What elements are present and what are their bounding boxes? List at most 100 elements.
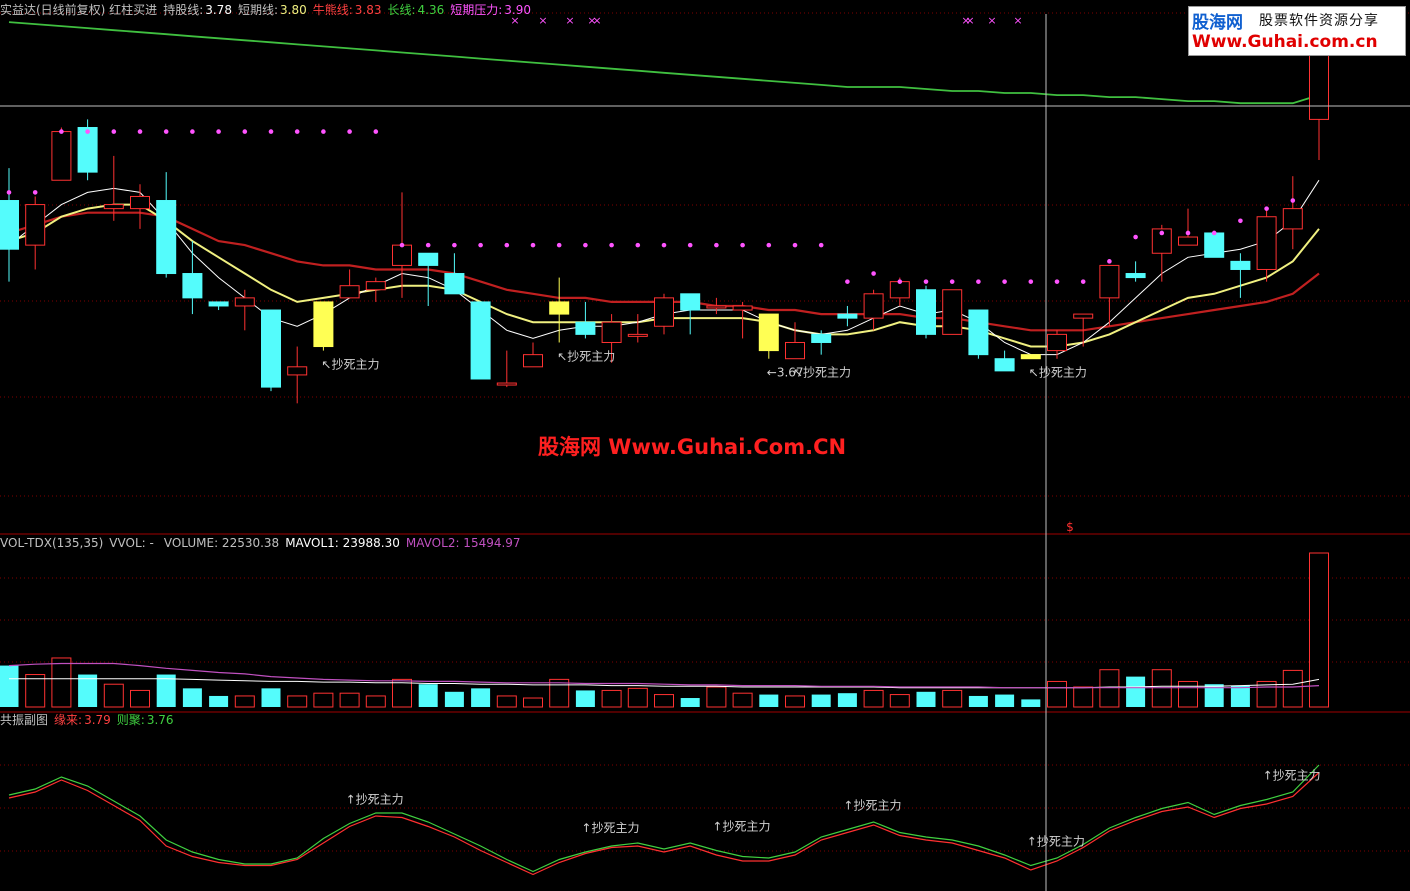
volume-bar-up: [339, 692, 360, 708]
mavol1-value: MAVOL1: 23988.30: [285, 536, 400, 550]
pressure-dot: [1028, 279, 1034, 284]
pressure-dot: [425, 242, 431, 248]
volume-panel-header: VOL-TDX(135,35) VVOL: - VOLUME: 22530.38 MA…: [0, 535, 527, 551]
pressure-dot: [923, 279, 929, 284]
short-line-value: 3.80: [280, 3, 307, 17]
volume-bar-down: [1230, 685, 1250, 707]
candle-body-up: [1309, 45, 1329, 120]
stock-title: 实益达(日线前复权) 红柱买进: [0, 3, 158, 17]
candle-body-up: [25, 204, 46, 246]
candle-body-down: [811, 333, 832, 343]
candle-body-down: [575, 321, 596, 335]
price-annotation: ↖抄死主力: [557, 349, 615, 363]
candle-body-signal: [313, 301, 334, 348]
volume-bar-up: [365, 695, 386, 708]
candle-body-down: [968, 309, 989, 356]
volume-bar-down: [995, 694, 1015, 707]
candle-body-up: [234, 297, 255, 307]
volume-bar-down: [182, 688, 202, 707]
pressure-dot: [556, 242, 562, 248]
pressure-dot: [530, 242, 536, 248]
candle-body-down: [77, 127, 98, 173]
volume-bar-up: [1073, 686, 1094, 708]
candle-body-up: [706, 305, 727, 309]
volume-bar-up: [785, 695, 805, 708]
top-marker: ×: [565, 14, 574, 27]
volume-bar-down: [680, 698, 700, 707]
volume-value: VOLUME: 22530.38: [163, 536, 280, 550]
pressure-dot: [137, 129, 143, 134]
pressure-dot: [792, 242, 798, 248]
pressure-dot: [1002, 279, 1007, 284]
candle-body-signal: [758, 313, 779, 352]
watermark-tagline: 股票软件资源分享: [1259, 13, 1379, 29]
volume-bar-up: [287, 695, 308, 708]
volume-bar-up: [51, 657, 72, 708]
volume-panel[interactable]: [0, 552, 1329, 708]
pressure-dot: [478, 242, 483, 248]
volume-bar-up: [25, 674, 46, 708]
pressure-dot: [504, 242, 510, 248]
hold-line-value: 3.78: [205, 3, 232, 17]
long-line: [8, 21, 1320, 105]
pressure-dot: [216, 129, 221, 134]
pressure-value: 3.90: [504, 3, 532, 17]
volume-bar-up: [1047, 680, 1067, 708]
watermark-logo: 股海网: [1192, 13, 1243, 33]
candle-body-down: [261, 309, 281, 388]
pressure-dot: [399, 242, 405, 248]
volume-bar-down: [575, 690, 595, 707]
volume-bar-up: [627, 687, 648, 708]
candle-body-up: [863, 293, 884, 319]
pressure-dot: [845, 279, 850, 284]
top-marker: ×: [538, 14, 547, 27]
pressure-dot: [1107, 259, 1112, 264]
candle-body-up: [339, 285, 360, 299]
candle-body-up: [130, 195, 150, 210]
bull-line-label: 牛熊线:: [312, 3, 353, 17]
candle-body-up: [523, 354, 543, 368]
candle-body-up: [889, 281, 910, 299]
volume-bar-up: [1099, 669, 1120, 708]
pressure-dot: [661, 242, 667, 248]
long-line-value: 4.36: [417, 3, 445, 17]
watermark-url: Www.Guhai.com.cn: [1192, 32, 1378, 52]
long-line-label: 长线:: [387, 3, 416, 17]
pressure-dot: [190, 129, 195, 134]
osc-line-yuanlai: [8, 772, 1320, 876]
volume-bar-down: [444, 691, 464, 707]
volume-bar-up: [732, 692, 753, 708]
pressure-dot: [949, 279, 955, 284]
top-marker: ×: [961, 14, 970, 27]
mavol2-line: [8, 662, 1320, 689]
pressure-label: 短期压力:: [450, 3, 503, 17]
candle-body-down: [1204, 232, 1225, 258]
candle-body-down: [1230, 260, 1251, 270]
candle-body-down: [994, 358, 1015, 372]
volume-bar-down: [837, 693, 857, 707]
pressure-dot: [6, 190, 12, 195]
pressure-dot: [1054, 279, 1060, 284]
top-marker: ×: [987, 14, 996, 27]
pressure-dot: [818, 242, 824, 248]
price-panel[interactable]: ×××××××××↖抄死主力↖抄死主力←3.67↖抄死主力↖抄死主力←4.48: [0, 14, 1364, 404]
candle-body-up: [654, 297, 674, 327]
volume-bar-up: [1309, 552, 1329, 708]
pressure-dot: [1080, 279, 1086, 284]
candle-body-down: [916, 289, 936, 335]
volume-bar-up: [601, 689, 622, 708]
oscillator-annotation: ↑抄死主力: [1263, 769, 1321, 783]
volume-bar-up: [1151, 669, 1172, 708]
volume-bar-up: [942, 689, 963, 708]
volume-bar-down: [811, 694, 831, 707]
oscillator-panel[interactable]: ↑抄死主力 ↑抄死主力 ↑抄死主力 ↑抄死主力 ↑抄死主力 ↑抄死主力: [8, 764, 1321, 876]
candle-body-down: [444, 273, 465, 295]
candle-body-up: [942, 289, 963, 335]
pressure-dot: [871, 271, 876, 276]
pressure-dot: [1185, 230, 1191, 236]
price-annotation: ↖抄死主力: [1029, 366, 1087, 380]
pressure-dot: [163, 129, 169, 134]
volume-bar-up: [706, 686, 727, 708]
pressure-dot: [1264, 206, 1269, 211]
volume-bar-up: [234, 695, 255, 708]
